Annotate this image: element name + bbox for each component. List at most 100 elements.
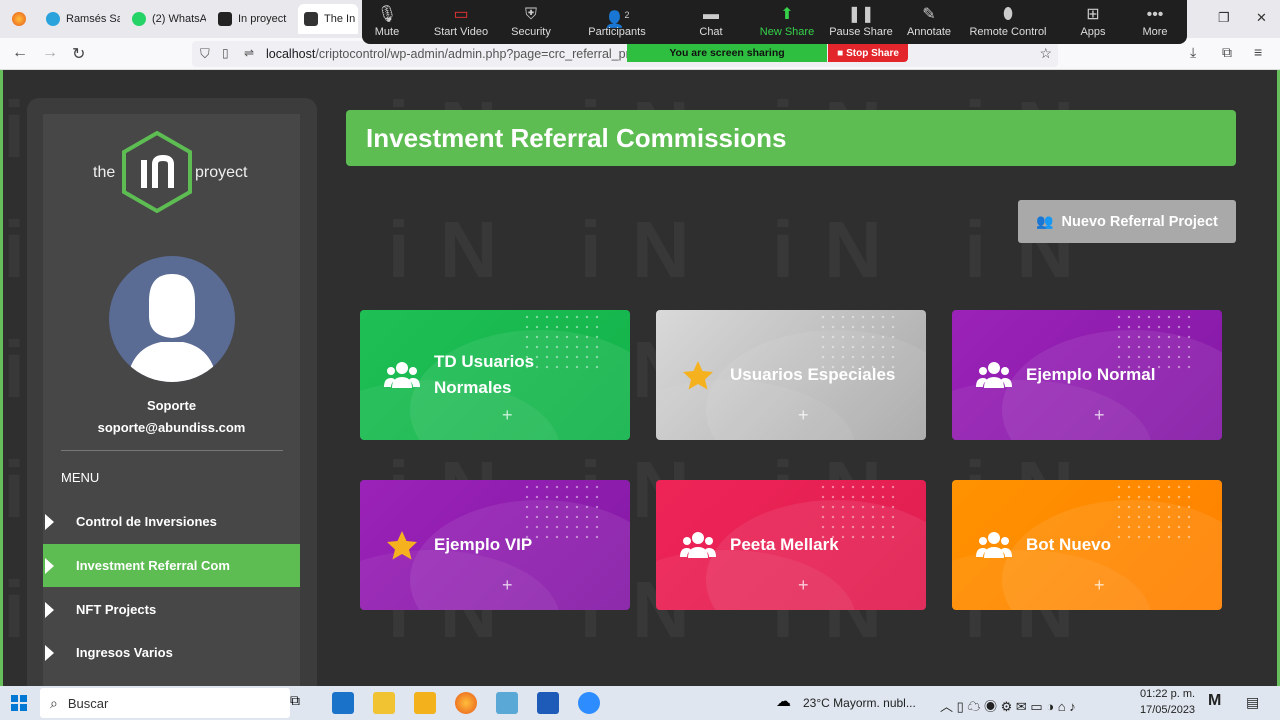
card-label: Usuarios Especiales xyxy=(730,365,896,384)
zoom-icon[interactable] xyxy=(578,692,600,714)
whatsapp-icon xyxy=(132,12,146,26)
zoom-toolbar: 🎙 Mute ▭ Start Video ⛨ Security 👤2 Participa… xyxy=(362,0,1187,44)
security-button[interactable]: ⛨ Security xyxy=(492,4,570,38)
extensions-icon[interactable]: ⧉ xyxy=(1222,44,1232,61)
referral-card[interactable]: TD Usuarios Normales + xyxy=(360,310,630,440)
sidebar-panel: the proyect Soporte soporte@abundiss.com… xyxy=(43,114,300,694)
download-icon[interactable]: ⤓ xyxy=(1190,44,1196,61)
page-title: Investment Referral Commissions xyxy=(366,123,787,153)
sidebar-item-ingresos-varios[interactable]: Ingresos Varios xyxy=(43,631,300,674)
video-off-icon: ▭ xyxy=(453,6,469,23)
forward-icon[interactable]: → xyxy=(42,44,58,62)
referral-card[interactable]: Bot Nuevo + xyxy=(952,480,1222,610)
mic-icon: 🎙 xyxy=(376,6,398,23)
weather-icon: ☁ xyxy=(776,693,791,710)
star-icon xyxy=(683,361,713,390)
chat-icon: ▬ xyxy=(703,6,719,23)
taskbar-search[interactable]: ⌕ Buscar xyxy=(40,688,290,718)
new-share-button[interactable]: ⬆ New Share xyxy=(748,4,826,38)
permissions-icon: ⇌ xyxy=(244,46,255,60)
sidebar-item-control-inversiones[interactable]: Control de Inversiones xyxy=(43,500,300,543)
remote-control-button[interactable]: ⬮ Remote Control xyxy=(964,4,1052,38)
card-label: TD Usuarios Normales xyxy=(434,352,535,397)
sidebar-item-investment-referral[interactable]: Investment Referral Com xyxy=(43,544,300,587)
plus-icon: + xyxy=(798,575,809,595)
url-bar[interactable]: ⛉ ▯ ⇌ localhost/criptocontrol/wp-admin/a… xyxy=(192,41,1058,67)
users-icon: 👥 xyxy=(1036,213,1054,229)
plus-icon: + xyxy=(798,405,809,425)
figma-icon xyxy=(218,12,232,26)
referral-card[interactable]: Peeta Mellark + xyxy=(656,480,926,610)
pause-share-button[interactable]: ❚❚ Pause Share xyxy=(822,4,900,38)
windows-taskbar: ⌕ Buscar ⧉ ☁ 23°C Mayorm. nubl... ︿ ▯ ☁ … xyxy=(0,686,1280,720)
start-video-button[interactable]: ▭ Start Video xyxy=(422,4,500,38)
store-icon[interactable] xyxy=(373,692,395,714)
page-header: Investment Referral Commissions xyxy=(346,110,1236,166)
windows-start-icon[interactable] xyxy=(11,695,27,711)
user-email: soporte@abundiss.com xyxy=(97,420,246,435)
clock-date: 17/05/2023 xyxy=(1140,704,1196,716)
menu-icon[interactable]: ≡ xyxy=(1254,44,1262,60)
users-icon xyxy=(976,532,1012,558)
menu-title: MENU xyxy=(61,470,100,485)
bookmark-star-icon[interactable]: ☆ xyxy=(1039,45,1052,62)
stop-share-button[interactable]: ■ Stop Share xyxy=(828,44,908,62)
users-icon xyxy=(680,532,716,558)
star-icon xyxy=(387,531,417,560)
referral-card[interactable]: Ejemplo Normal + xyxy=(952,310,1222,440)
m-app-icon[interactable]: M xyxy=(1208,692,1221,710)
more-button[interactable]: ••• More xyxy=(1116,4,1194,38)
card-label: Ejemplo VIP xyxy=(434,535,533,554)
close-window-icon[interactable]: ✕ xyxy=(1256,10,1267,26)
card-label: Ejemplo Normal xyxy=(1026,365,1156,384)
tab-whatsapp[interactable]: (2) WhatsA xyxy=(126,4,206,34)
firefox-icon[interactable] xyxy=(455,692,477,714)
plus-icon: + xyxy=(1094,575,1105,595)
chevron-right-icon xyxy=(45,513,54,530)
plus-icon: + xyxy=(502,405,513,425)
plus-icon: + xyxy=(1094,405,1105,425)
word-icon[interactable] xyxy=(537,692,559,714)
url-text: localhost/criptocontrol/wp-admin/admin.p… xyxy=(266,47,649,61)
new-referral-project-button[interactable]: 👥 Nuevo Referral Project xyxy=(1018,200,1236,243)
site-favicon-icon xyxy=(304,12,318,26)
clock-time: 01:22 p. m. xyxy=(1140,688,1196,700)
pen-icon: ✎ xyxy=(922,6,936,23)
reload-icon[interactable]: ↻ xyxy=(72,44,85,64)
notifications-icon[interactable]: ▤ xyxy=(1246,694,1259,711)
page-icon: ▯ xyxy=(222,46,229,60)
chevron-right-icon xyxy=(45,557,54,574)
file-explorer-icon[interactable] xyxy=(414,692,436,714)
divider xyxy=(61,450,283,451)
referral-card[interactable]: Ejemplo VIP + xyxy=(360,480,630,610)
participants-icon: 👤2 xyxy=(604,10,630,29)
tab-ramses[interactable]: Ramsés Sa xyxy=(40,4,120,34)
tab-in-proyect[interactable]: In proyect xyxy=(212,4,292,34)
screen-sharing-indicator: You are screen sharing xyxy=(627,44,827,62)
restore-window-icon[interactable]: ❐ xyxy=(1218,10,1230,26)
avatar xyxy=(109,256,235,382)
user-name: Soporte xyxy=(146,398,197,413)
shield-icon: ⛉ xyxy=(200,46,210,61)
task-view-icon[interactable]: ⧉ xyxy=(290,692,312,714)
mute-button[interactable]: 🎙 Mute xyxy=(348,4,426,38)
users-icon xyxy=(976,362,1012,388)
annotate-button[interactable]: ✎ Annotate xyxy=(890,4,968,38)
referral-card[interactable]: Usuarios Especiales + xyxy=(656,310,926,440)
sidebar: the proyect Soporte soporte@abundiss.com… xyxy=(27,98,317,698)
plus-icon: + xyxy=(502,575,513,595)
system-tray-icons[interactable]: ︿ ▯ ☁ ◉ ⚙ ✉ ▭ ◑ ⌂ ♪ xyxy=(940,696,1076,715)
participants-button[interactable]: 👤2 Participants xyxy=(578,4,656,38)
notes-icon[interactable] xyxy=(496,692,518,714)
telegram-icon xyxy=(46,12,60,26)
card-label: Peeta Mellark xyxy=(730,535,839,554)
chevron-right-icon xyxy=(45,644,54,661)
sidebar-item-nft-projects[interactable]: NFT Projects xyxy=(43,588,300,631)
chat-button[interactable]: ▬ Chat xyxy=(672,4,750,38)
firefox-icon[interactable] xyxy=(6,4,30,34)
mail-icon[interactable] xyxy=(332,692,354,714)
weather-text: 23°C Mayorm. nubl... xyxy=(803,696,916,710)
card-label: Bot Nuevo xyxy=(1026,535,1111,554)
back-icon[interactable]: ← xyxy=(12,44,28,62)
users-icon xyxy=(384,362,420,388)
